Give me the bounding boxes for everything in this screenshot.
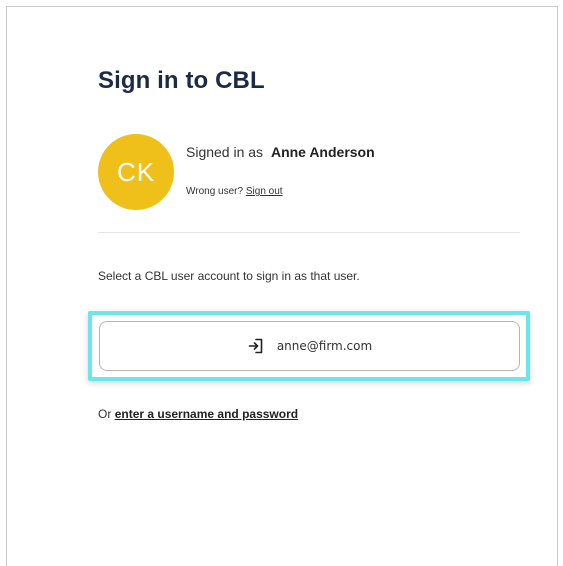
sign-out-link[interactable]: Sign out bbox=[246, 186, 283, 197]
avatar: CK bbox=[98, 134, 174, 210]
sign-in-panel bbox=[6, 6, 558, 566]
sign-in-icon bbox=[247, 337, 265, 355]
wrong-user-text: Wrong user? Sign out bbox=[186, 186, 283, 197]
username-password-link[interactable]: enter a username and password bbox=[115, 407, 298, 421]
signed-in-text: Signed in as Anne Anderson bbox=[186, 144, 375, 160]
signed-in-user-name: Anne Anderson bbox=[270, 144, 375, 160]
alternative-prefix: Or bbox=[98, 407, 112, 421]
instruction-text: Select a CBL user account to sign in as … bbox=[98, 269, 360, 283]
account-button[interactable]: anne@firm.com bbox=[99, 321, 520, 371]
wrong-user-prefix: Wrong user? bbox=[186, 186, 244, 197]
alternative-sign-in: Or enter a username and password bbox=[98, 407, 298, 421]
account-email: anne@firm.com bbox=[276, 339, 373, 353]
avatar-initials: CK bbox=[116, 156, 156, 187]
divider bbox=[98, 232, 520, 233]
page-title: Sign in to CBL bbox=[98, 67, 265, 94]
signed-in-prefix: Signed in as bbox=[186, 144, 264, 160]
